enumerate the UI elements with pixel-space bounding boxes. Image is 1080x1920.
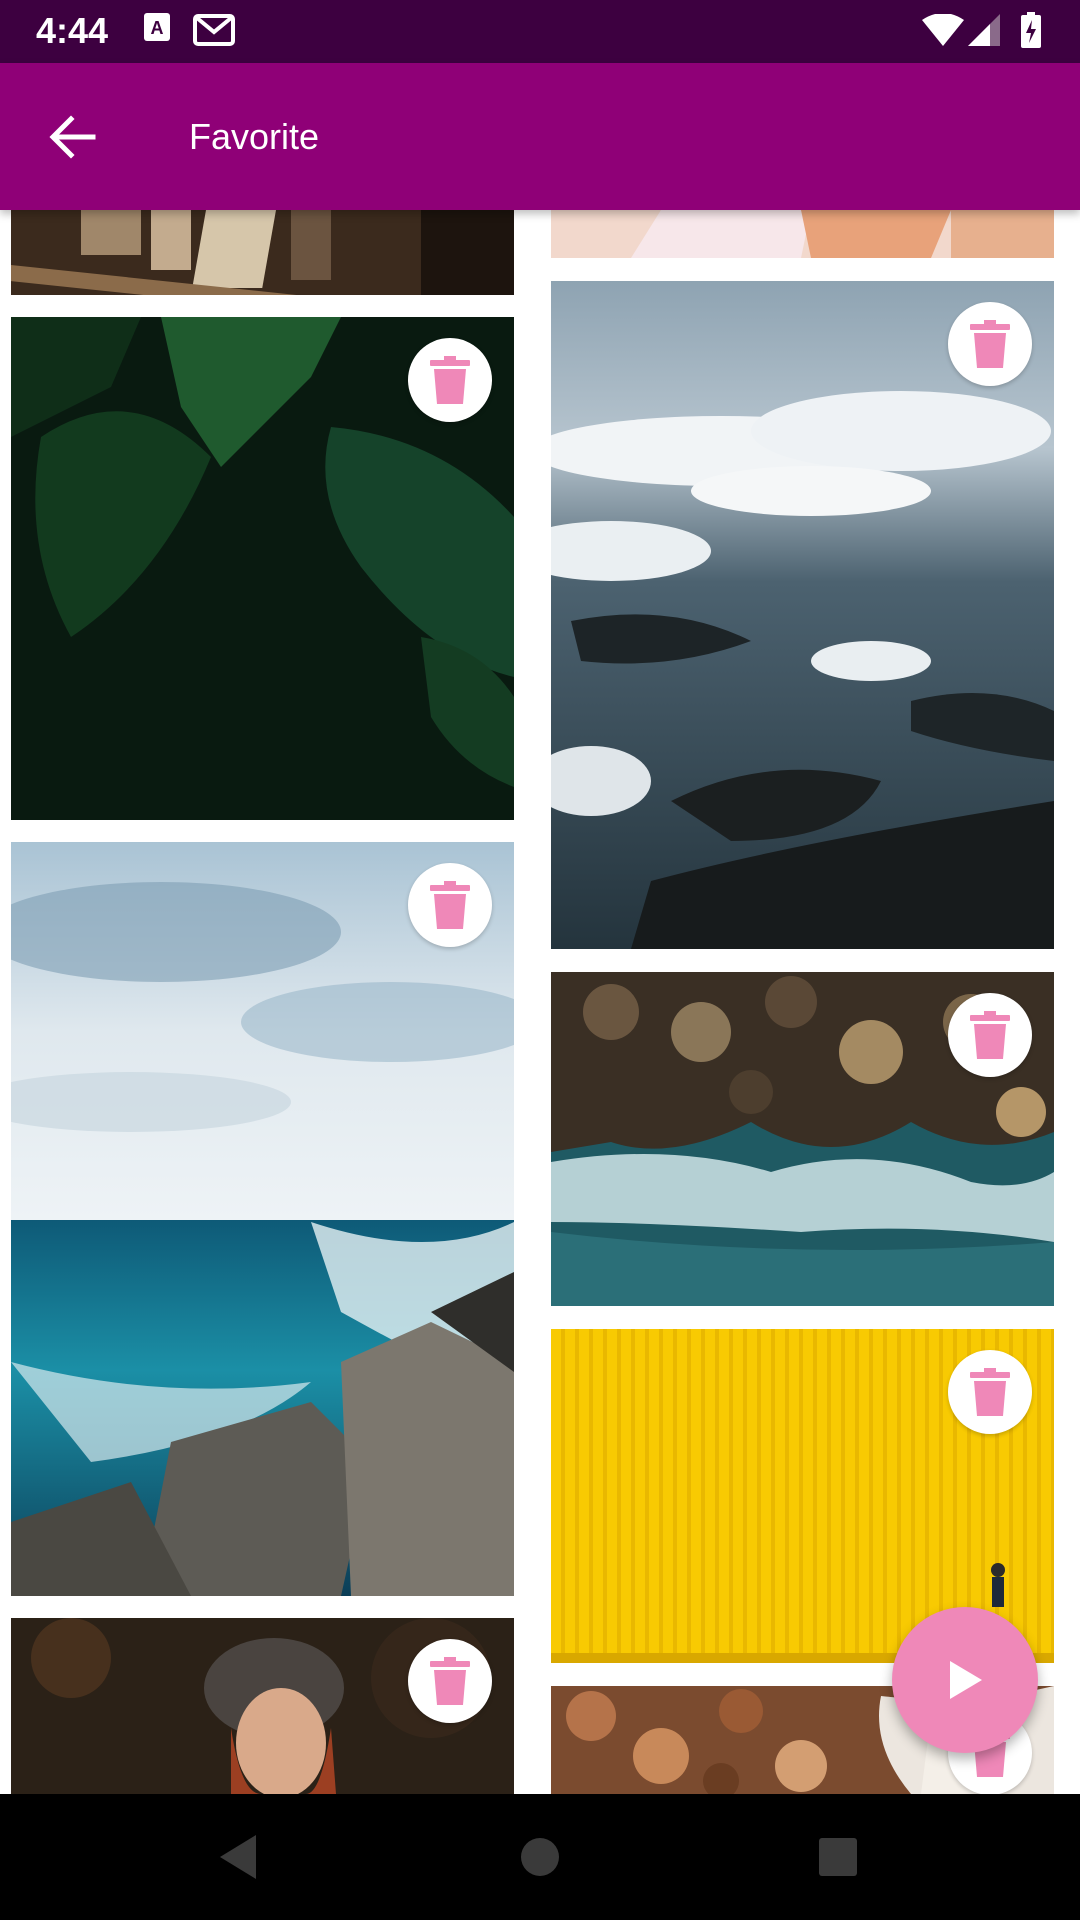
trash-icon — [970, 320, 1010, 368]
delete-button[interactable] — [948, 302, 1032, 386]
portrait-image — [551, 210, 1054, 258]
books-image — [11, 210, 514, 295]
app-bar: Favorite — [0, 63, 1080, 210]
back-button[interactable] — [30, 101, 116, 173]
trash-icon — [970, 1011, 1010, 1059]
nav-recents-icon — [819, 1838, 857, 1876]
nav-home-button[interactable] — [490, 1822, 590, 1892]
arrow-back-icon — [49, 115, 96, 159]
favorites-gallery — [0, 210, 1080, 1794]
photo-portrait-top[interactable] — [551, 210, 1054, 258]
svg-text:A: A — [151, 18, 164, 38]
trash-icon — [430, 881, 470, 929]
delete-button[interactable] — [948, 1350, 1032, 1434]
keyboard-a-icon: A — [143, 12, 171, 47]
gmail-icon — [193, 12, 235, 51]
signal-icon — [968, 14, 1000, 51]
nav-back-button[interactable] — [188, 1822, 288, 1892]
photo-ocean-rocks[interactable] — [11, 842, 514, 1596]
photo-girl-hat[interactable] — [11, 1618, 514, 1794]
status-bar: 4:44 A — [0, 0, 1080, 63]
photo-books[interactable] — [11, 210, 514, 295]
photo-green-leaves[interactable] — [11, 317, 514, 820]
photo-rocky-shore[interactable] — [551, 972, 1054, 1306]
delete-button[interactable] — [948, 993, 1032, 1077]
wifi-icon — [922, 13, 964, 51]
nav-home-icon — [521, 1838, 559, 1876]
page-title: Favorite — [189, 116, 320, 157]
play-icon — [950, 1661, 982, 1699]
nav-recents-button[interactable] — [788, 1822, 888, 1892]
play-slideshow-button[interactable] — [892, 1607, 1038, 1753]
photo-aerial-clouds[interactable] — [551, 281, 1054, 949]
trash-icon — [430, 1657, 470, 1705]
delete-button[interactable] — [408, 863, 492, 947]
delete-button[interactable] — [408, 1639, 492, 1723]
delete-button[interactable] — [408, 338, 492, 422]
trash-icon — [430, 356, 470, 404]
nav-back-icon — [220, 1835, 256, 1879]
trash-icon — [970, 1368, 1010, 1416]
system-nav-bar — [0, 1794, 1080, 1920]
status-time: 4:44 — [36, 10, 109, 51]
battery-icon — [1020, 12, 1042, 53]
ocean-rocks-image — [11, 842, 514, 1596]
